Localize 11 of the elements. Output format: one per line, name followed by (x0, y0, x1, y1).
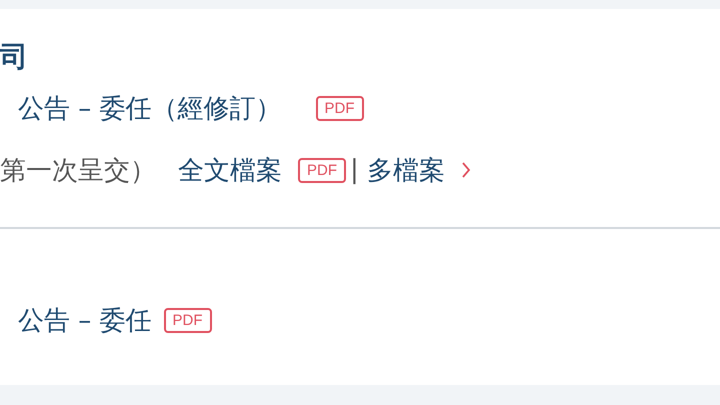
separator: | (350, 155, 359, 185)
full-text-link[interactable]: 全文檔案 (178, 152, 282, 188)
pdf-badge[interactable]: PDF (164, 308, 212, 332)
chevron-right-icon[interactable] (460, 161, 471, 179)
pdf-badge[interactable]: PDF (298, 158, 346, 182)
document-link[interactable]: 公告 – 委任 (18, 302, 152, 338)
more-files-link[interactable]: 多檔案 (366, 152, 445, 188)
document-link[interactable]: 公告 – 委任（經修訂） (18, 90, 282, 126)
section-title: 司 (0, 39, 29, 75)
submission-note: 第一次呈交） (0, 154, 156, 188)
pdf-badge[interactable]: PDF (316, 96, 364, 120)
